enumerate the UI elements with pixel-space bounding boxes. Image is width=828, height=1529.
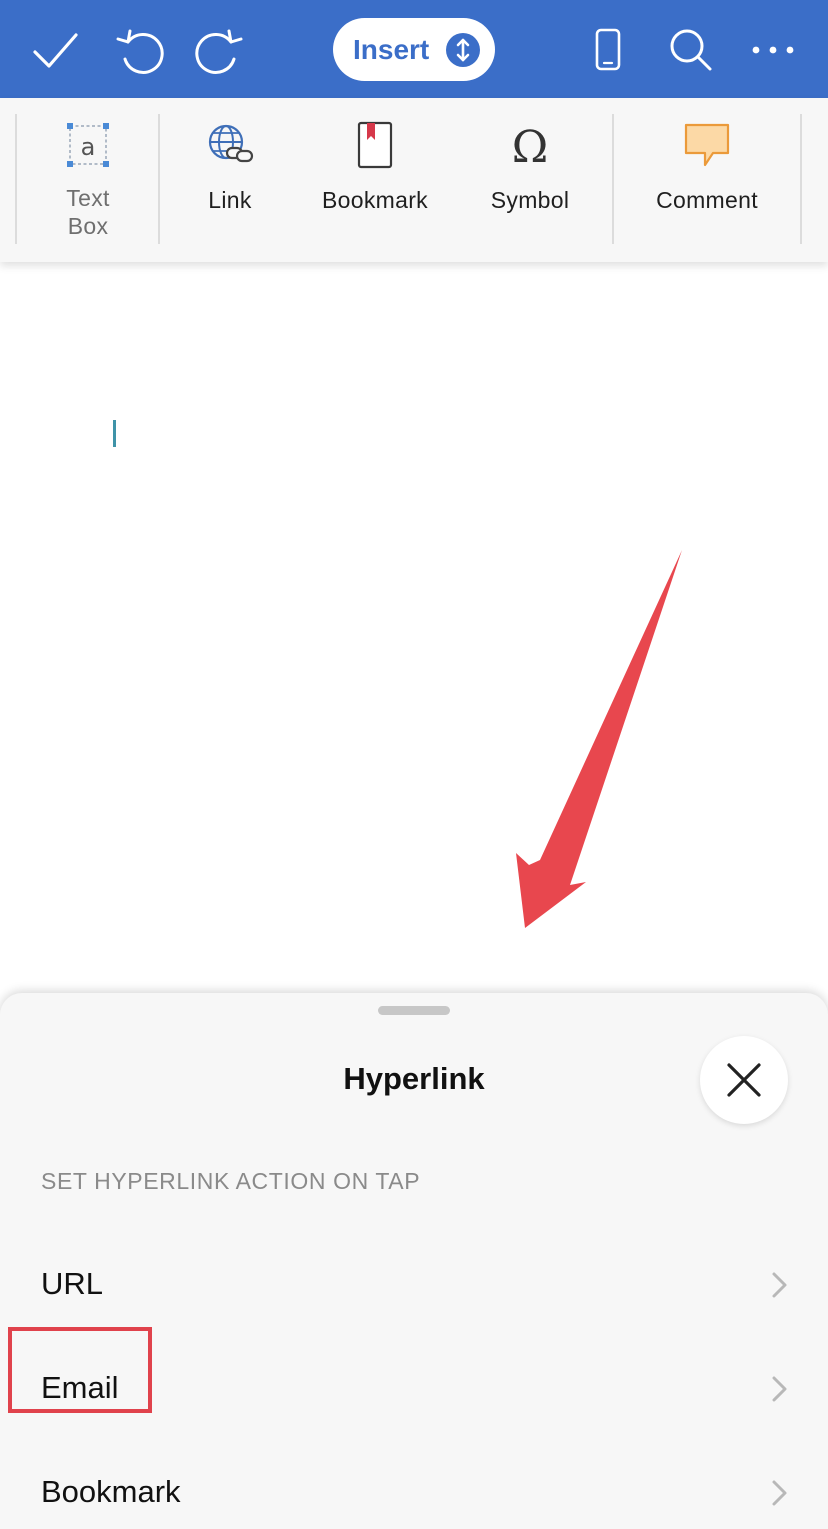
option-label: Bookmark bbox=[41, 1474, 181, 1509]
close-icon bbox=[727, 1063, 761, 1097]
svg-text:a: a bbox=[81, 133, 96, 161]
text-cursor bbox=[113, 420, 116, 447]
ribbon-item-label: Symbol bbox=[490, 187, 570, 213]
checkmark-icon[interactable] bbox=[30, 25, 80, 75]
ribbon-item-symbol[interactable]: Ω Symbol bbox=[475, 98, 585, 262]
chevron-right-icon bbox=[764, 1270, 794, 1300]
chevron-right-icon bbox=[764, 1374, 794, 1404]
document-canvas[interactable] bbox=[0, 262, 828, 993]
link-globe-icon bbox=[204, 120, 256, 172]
svg-text:Ω: Ω bbox=[512, 122, 548, 172]
ribbon-divider bbox=[15, 114, 17, 244]
ribbon-divider bbox=[158, 114, 160, 244]
chevron-right-icon bbox=[764, 1478, 794, 1508]
hyperlink-sheet: Hyperlink SET HYPERLINK ACTION ON TAP UR… bbox=[0, 993, 828, 1529]
ribbon-item-comment[interactable]: Comment bbox=[637, 98, 777, 262]
redo-icon[interactable] bbox=[195, 25, 245, 75]
ribbon-item-label: Link bbox=[208, 187, 252, 213]
swap-arrows-icon bbox=[446, 33, 480, 67]
ribbon-item-link[interactable]: Link bbox=[180, 98, 280, 262]
annotation-arrow bbox=[500, 540, 700, 940]
section-header: SET HYPERLINK ACTION ON TAP bbox=[41, 1168, 421, 1194]
mode-label: Insert bbox=[353, 33, 430, 65]
phone-view-icon[interactable] bbox=[583, 25, 633, 75]
ribbon-item-label: Bookmark bbox=[322, 187, 428, 213]
omega-icon: Ω bbox=[504, 120, 556, 172]
bookmark-icon bbox=[349, 120, 401, 172]
ribbon-item-text-box[interactable]: a Text Box bbox=[18, 98, 158, 262]
option-label: URL bbox=[41, 1266, 104, 1301]
sheet-grabber-handle[interactable] bbox=[378, 1006, 450, 1015]
mode-switcher-button[interactable]: Insert bbox=[333, 18, 495, 81]
app-window: Insert a Text Box Link Bookmark Ω Symbol… bbox=[0, 0, 828, 1529]
ribbon-item-label: Comment bbox=[656, 187, 758, 213]
text-box-icon: a bbox=[62, 120, 114, 172]
option-row-url[interactable]: URL bbox=[0, 1236, 828, 1336]
ribbon-divider bbox=[612, 114, 614, 244]
ribbon-item-bookmark[interactable]: Bookmark bbox=[305, 98, 445, 262]
more-icon[interactable] bbox=[748, 25, 798, 75]
close-button[interactable] bbox=[700, 1036, 788, 1124]
search-icon[interactable] bbox=[665, 25, 715, 75]
insert-ribbon: a Text Box Link Bookmark Ω Symbol Commen… bbox=[0, 98, 828, 262]
top-toolbar: Insert bbox=[0, 0, 828, 98]
comment-icon bbox=[681, 120, 733, 172]
option-row-bookmark[interactable]: Bookmark bbox=[0, 1444, 828, 1529]
ribbon-item-label: Text Box bbox=[66, 185, 110, 239]
annotation-highlight-box bbox=[8, 1327, 152, 1413]
undo-icon[interactable] bbox=[114, 25, 164, 75]
ribbon-divider bbox=[800, 114, 802, 244]
